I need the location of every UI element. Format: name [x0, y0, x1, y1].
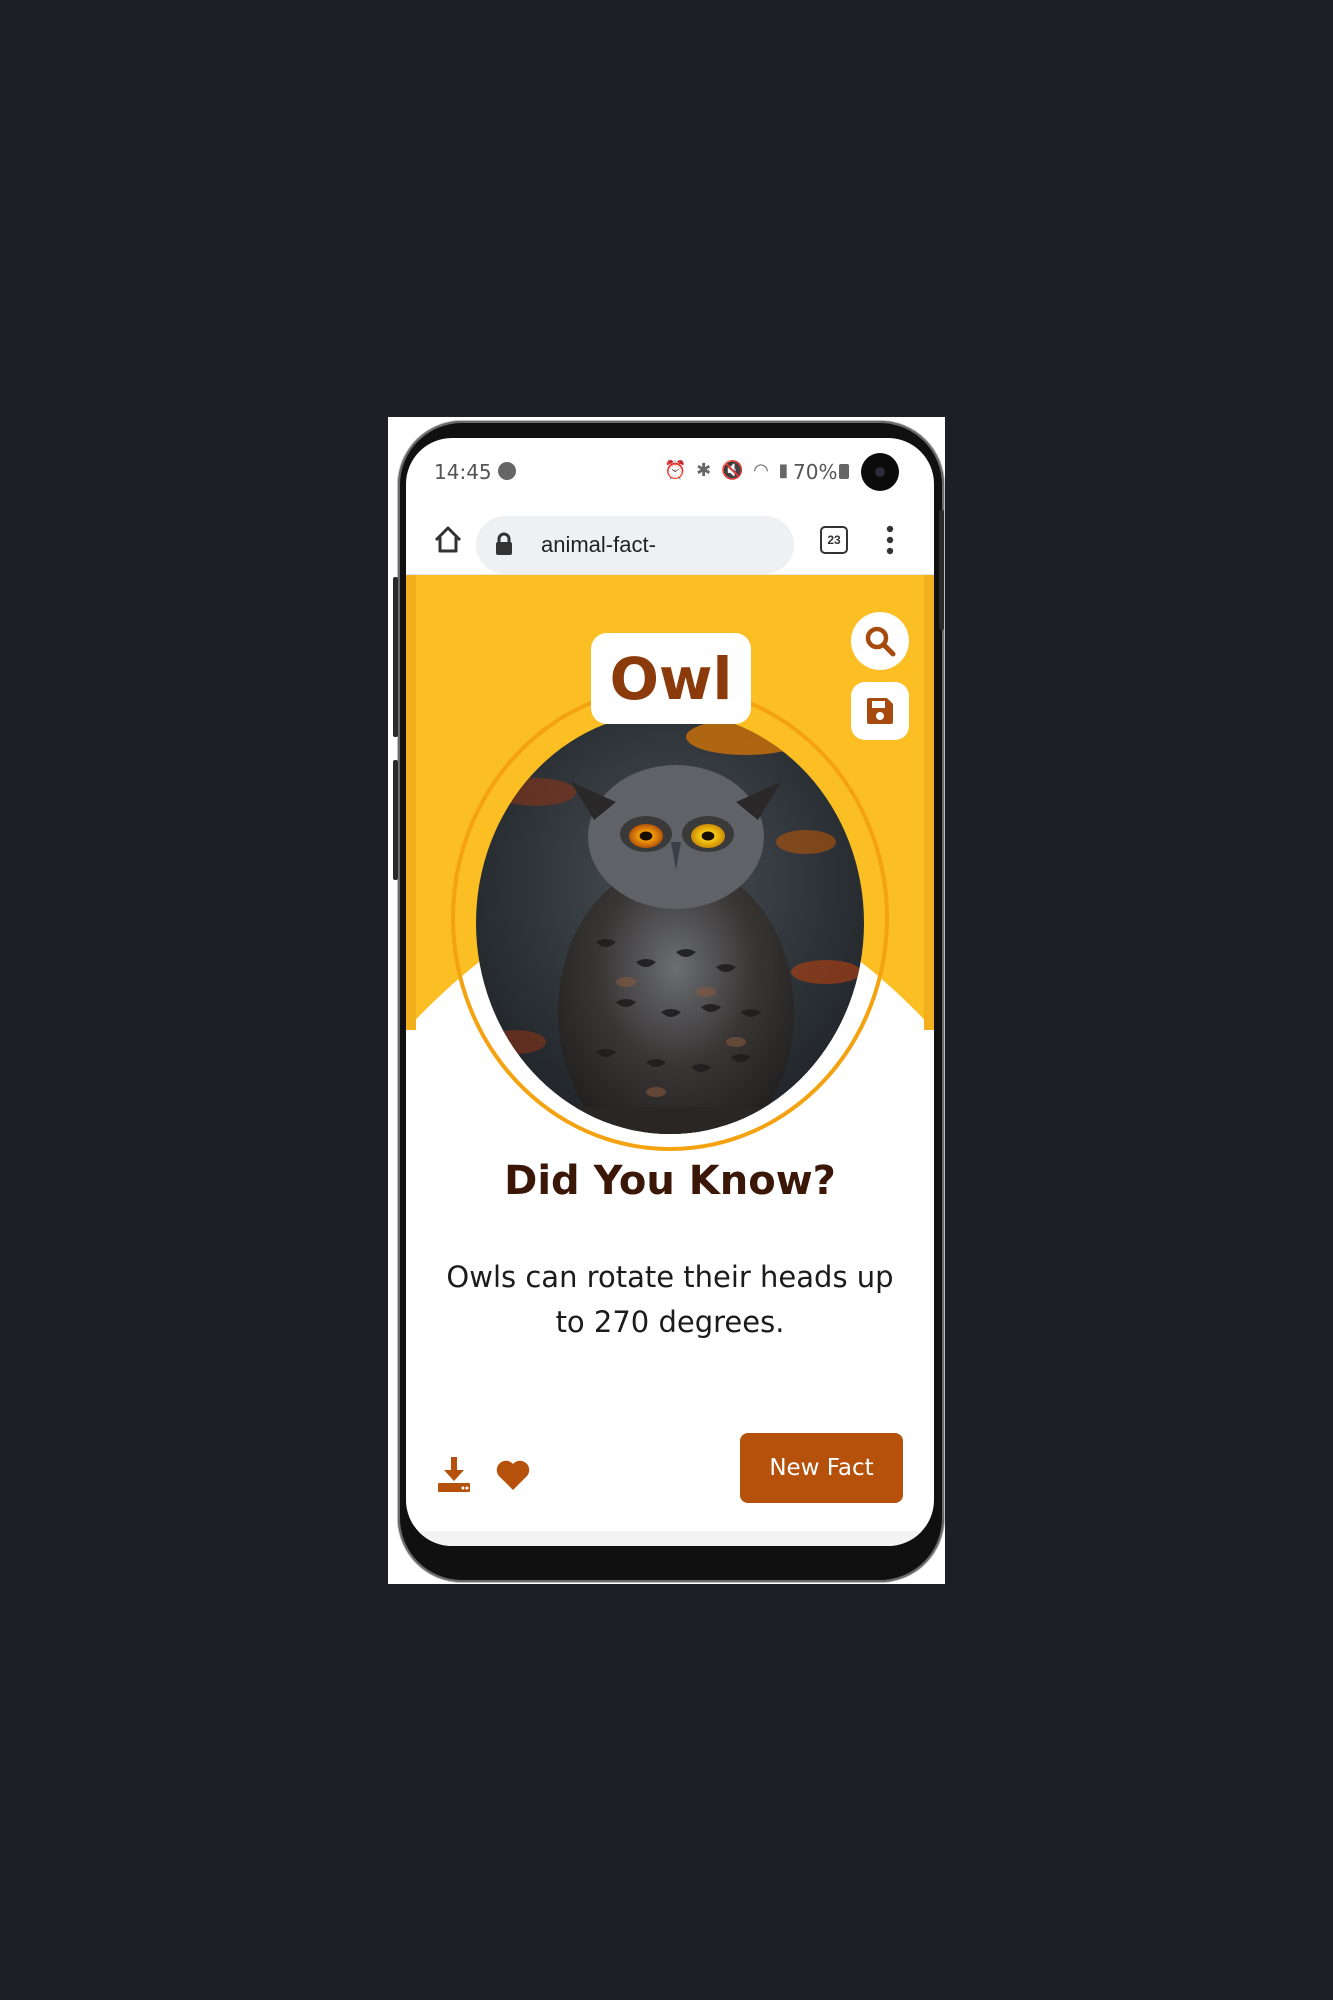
- tabs-icon[interactable]: 23: [820, 526, 848, 554]
- home-icon[interactable]: [428, 520, 468, 560]
- heart-icon[interactable]: [495, 1458, 531, 1492]
- new-fact-button[interactable]: New Fact: [740, 1433, 903, 1503]
- url-text: animal-fact-: [541, 532, 656, 557]
- save-button[interactable]: [851, 682, 909, 740]
- did-you-know-heading: Did You Know?: [504, 1158, 836, 1204]
- status-bar: 14:45 ⏰ ✱ 🔇 ◠ ▮ 70%: [406, 438, 934, 506]
- battery-icon: [839, 464, 849, 479]
- browser-toolbar: animal-fact- 23: [406, 506, 934, 575]
- save-icon: [867, 698, 893, 724]
- menu-icon[interactable]: [886, 524, 894, 556]
- fact-text: Owls can rotate their heads up to 270 de…: [446, 1260, 894, 1339]
- owl-photo: [476, 712, 864, 1134]
- status-icons: ⏰ ✱ 🔇 ◠ ▮: [664, 460, 791, 481]
- phone-side-button: [393, 760, 398, 880]
- animal-fact-app: Owl Did You Know? Owls can rotate their …: [406, 575, 934, 1546]
- notification-icon: [498, 462, 516, 480]
- animal-name-badge: Owl: [591, 633, 751, 724]
- lock-icon: [496, 532, 512, 555]
- status-time: 14:45: [434, 460, 492, 484]
- phone-power-button: [939, 510, 944, 630]
- front-camera: [861, 453, 899, 491]
- url-bar[interactable]: animal-fact-: [476, 516, 794, 574]
- search-icon: [865, 626, 896, 657]
- download-icon[interactable]: [436, 1455, 472, 1493]
- search-button[interactable]: [851, 612, 909, 670]
- phone-side-button: [393, 577, 398, 737]
- bottom-bar: [406, 1531, 934, 1546]
- phone-screen: 14:45 ⏰ ✱ 🔇 ◠ ▮ 70% animal-fact- 23 Owl …: [406, 438, 934, 1546]
- battery-level: 70%: [793, 460, 838, 484]
